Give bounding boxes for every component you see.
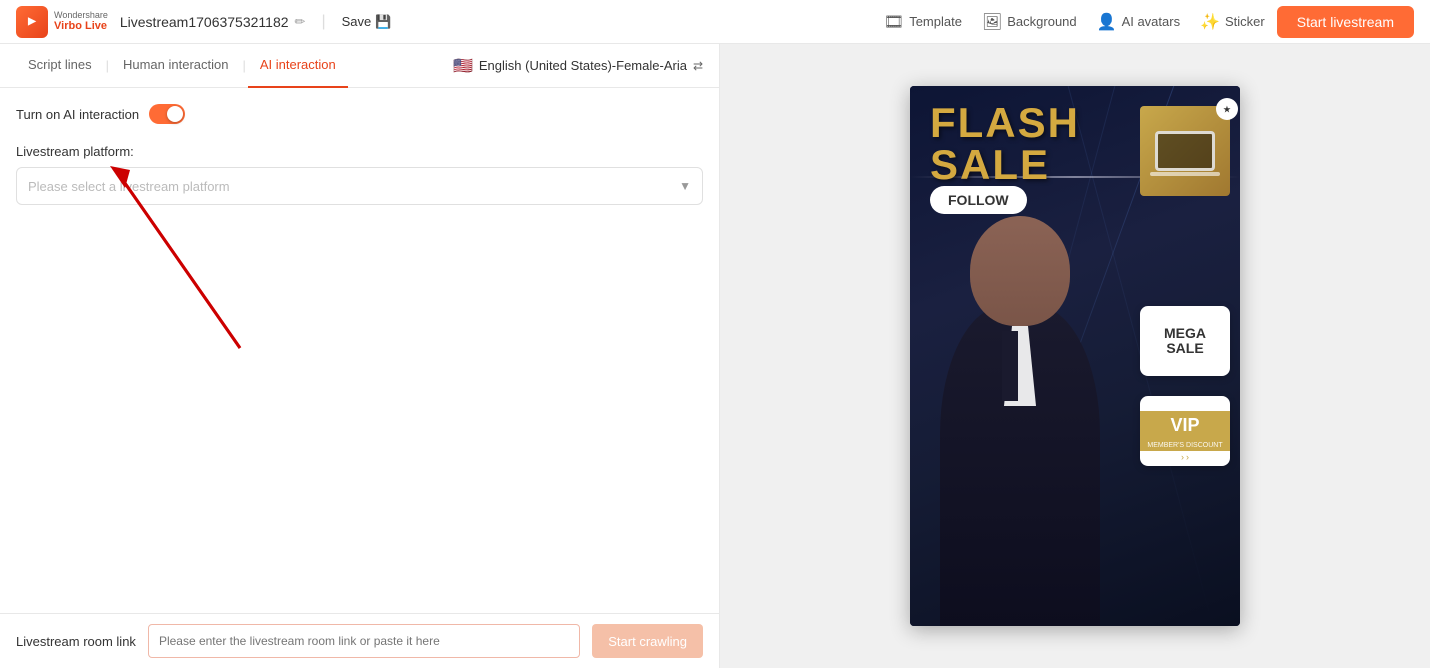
- star-badge: ★: [1216, 98, 1238, 120]
- template-icon: 🎞: [884, 12, 904, 32]
- mega-label: MEGASALE: [1164, 326, 1206, 357]
- left-panel: Script lines | Human interaction | AI in…: [0, 44, 720, 668]
- tab-human-interaction[interactable]: Human interaction: [111, 44, 241, 88]
- platform-select[interactable]: [16, 167, 703, 205]
- bottom-bar: Livestream room link Start crawling: [0, 613, 719, 668]
- header-divider: |: [321, 13, 325, 31]
- ai-toggle-row: Turn on AI interaction: [16, 104, 703, 124]
- vip-label: VIP: [1140, 411, 1230, 440]
- save-label: Save: [342, 14, 372, 29]
- preview-container: FLASH SALE FOLLOW ★: [910, 86, 1240, 626]
- flash-sale-text: FLASH SALE: [930, 102, 1080, 186]
- person-head: [970, 216, 1070, 326]
- main-layout: Script lines | Human interaction | AI in…: [0, 44, 1430, 668]
- header-tools: 🎞 Template 🖼 Background 👤 AI avatars ✨ S…: [884, 12, 1265, 32]
- vip-member-discount: MEMBER'S DISCOUNT: [1140, 440, 1230, 451]
- ai-interaction-toggle[interactable]: [149, 104, 185, 124]
- template-label: Template: [909, 14, 962, 29]
- preview-background: FLASH SALE FOLLOW ★: [910, 86, 1240, 626]
- language-arrow-icon: ⇄: [693, 59, 703, 73]
- ai-avatars-icon: 👤: [1097, 12, 1117, 32]
- toggle-label: Turn on AI interaction: [16, 107, 139, 122]
- vip-arrows: › ›: [1181, 452, 1189, 462]
- sticker-button[interactable]: ✨ Sticker: [1200, 12, 1265, 32]
- laptop-icon: [1155, 131, 1215, 171]
- product-card: ★: [1140, 106, 1230, 196]
- ai-avatars-button[interactable]: 👤 AI avatars: [1097, 12, 1180, 32]
- language-selector[interactable]: 🇺🇸 English (United States)-Female-Aria ⇄: [453, 56, 703, 76]
- project-name: Livestream1706375321182: [120, 14, 289, 30]
- start-livestream-button[interactable]: Start livestream: [1277, 6, 1414, 38]
- mega-sale-card: MEGASALE: [1140, 306, 1230, 376]
- logo-text: Wondershare Virbo Live: [54, 11, 108, 33]
- header-title: Livestream1706375321182 ✏: [120, 14, 306, 30]
- background-label: Background: [1007, 14, 1076, 29]
- follow-badge: FOLLOW: [930, 186, 1027, 214]
- platform-select-wrapper: ▼ Please select a livestream platform: [16, 167, 703, 205]
- person-tie: [1002, 331, 1018, 401]
- background-icon: 🖼: [982, 12, 1002, 32]
- save-button[interactable]: Save 💾: [342, 14, 392, 30]
- header: ▶ Wondershare Virbo Live Livestream17063…: [0, 0, 1430, 44]
- tab-separator-1: |: [106, 58, 109, 73]
- tabs-bar: Script lines | Human interaction | AI in…: [0, 44, 719, 88]
- save-icon: 💾: [375, 14, 391, 30]
- livestream-room-link-input[interactable]: [148, 624, 580, 658]
- tab-human-interaction-label: Human interaction: [123, 57, 229, 72]
- vip-card: VIP MEMBER'S DISCOUNT › ›: [1140, 396, 1230, 466]
- sticker-icon: ✨: [1200, 12, 1220, 32]
- ai-avatars-label: AI avatars: [1122, 14, 1181, 29]
- tab-ai-interaction-label: AI interaction: [260, 57, 336, 72]
- sale-word: SALE: [930, 144, 1080, 186]
- template-button[interactable]: 🎞 Template: [884, 12, 962, 32]
- sticker-label: Sticker: [1225, 14, 1265, 29]
- tab-script-lines[interactable]: Script lines: [16, 44, 104, 88]
- tab-separator-2: |: [242, 58, 245, 73]
- person-figure: [920, 206, 1120, 626]
- tab-ai-interaction[interactable]: AI interaction: [248, 44, 348, 88]
- edit-icon[interactable]: ✏: [295, 14, 306, 30]
- tab-script-lines-label: Script lines: [28, 57, 92, 72]
- background-button[interactable]: 🖼 Background: [982, 12, 1077, 32]
- start-crawling-button[interactable]: Start crawling: [592, 624, 703, 658]
- logo: ▶ Wondershare Virbo Live: [16, 6, 108, 38]
- flash-word: FLASH: [930, 102, 1080, 144]
- flag-icon: 🇺🇸: [453, 56, 473, 76]
- livestream-room-link-label: Livestream room link: [16, 634, 136, 649]
- panel-content: Turn on AI interaction Livestream platfo…: [0, 88, 719, 613]
- language-text: English (United States)-Female-Aria: [479, 58, 687, 73]
- right-panel: FLASH SALE FOLLOW ★: [720, 44, 1430, 668]
- platform-label: Livestream platform:: [16, 144, 703, 159]
- logo-icon: ▶: [16, 6, 48, 38]
